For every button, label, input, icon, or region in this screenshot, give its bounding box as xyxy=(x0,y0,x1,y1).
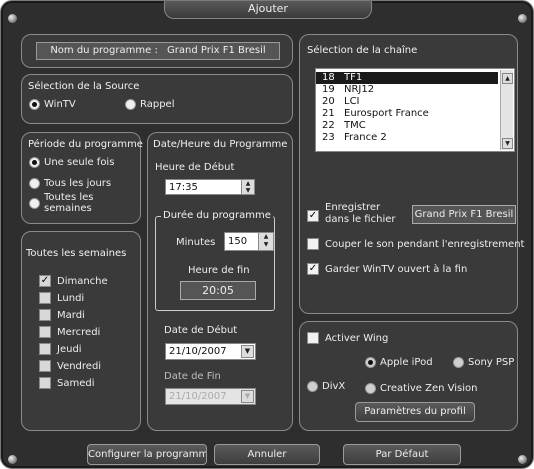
channel-item[interactable]: 19 NRJ12 xyxy=(316,84,514,96)
day-wednesday-label[interactable]: Mercredi xyxy=(57,327,100,338)
device-zen-radio[interactable] xyxy=(365,383,376,394)
day-monday-checkbox[interactable] xyxy=(39,292,51,304)
chevron-down-icon[interactable]: ▼ xyxy=(241,390,254,403)
screw-icon: . xyxy=(518,455,527,464)
end-date-value: 21/10/2007 xyxy=(169,391,227,402)
configure-button[interactable]: Configurer la programmation xyxy=(87,444,207,465)
screw-icon: . xyxy=(8,14,17,23)
save-to-file-label[interactable]: Enregistrer dans le fichier xyxy=(325,202,396,226)
day-tuesday-checkbox[interactable] xyxy=(39,309,51,321)
period-once-radio[interactable] xyxy=(29,157,40,168)
save-to-file-checkbox[interactable]: ✓ xyxy=(307,210,319,222)
program-name-label: Nom du programme : xyxy=(50,45,158,56)
keep-open-label[interactable]: Garder WinTV ouvert à la fin xyxy=(325,264,467,275)
start-date-label: Date de Début xyxy=(164,325,238,336)
cancel-button[interactable]: Annuler xyxy=(214,444,320,465)
device-ipod-label[interactable]: Apple iPod xyxy=(380,357,433,368)
mute-checkbox[interactable] xyxy=(307,238,319,250)
period-daily-label[interactable]: Tous les jours xyxy=(44,178,111,189)
activate-wing-label[interactable]: Activer Wing xyxy=(325,333,388,344)
start-date-value: 21/10/2007 xyxy=(169,346,227,357)
minutes-label: Minutes xyxy=(176,237,216,248)
minutes-spin-icon[interactable]: ▲ ▼ xyxy=(258,233,273,250)
channel-item[interactable]: 20 LCI xyxy=(316,96,514,108)
start-time-value: 17:35 xyxy=(169,182,198,193)
screw-icon: . xyxy=(8,455,17,464)
period-weekly-radio[interactable] xyxy=(29,198,40,209)
end-date-label: Date de Fin xyxy=(164,371,221,382)
day-saturday-label[interactable]: Samedi xyxy=(57,378,95,389)
wing-panel: Activer Wing Apple iPod Sony PSP DivX Cr… xyxy=(299,321,518,431)
start-date-picker[interactable]: 21/10/2007 ▼ xyxy=(165,343,256,360)
start-time-label: Heure de Début xyxy=(155,162,235,173)
end-date-picker[interactable]: 21/10/2007 ▼ xyxy=(165,388,256,405)
day-sunday-checkbox[interactable]: ✓ xyxy=(39,275,51,287)
channel-item[interactable]: 23 France 2 xyxy=(316,132,514,144)
weekly-panel: Toutes les semaines ✓ Dimanche Lundi Mar… xyxy=(21,231,141,431)
day-wednesday-checkbox[interactable] xyxy=(39,326,51,338)
screw-icon: . xyxy=(518,14,527,23)
minutes-spinner[interactable]: 150 ▲ ▼ xyxy=(224,232,274,251)
default-button[interactable]: Par Défaut xyxy=(343,444,461,465)
device-zen-label[interactable]: Creative Zen Vision xyxy=(380,383,477,394)
channel-item[interactable]: 18 TF1 xyxy=(316,72,498,84)
day-sunday-label[interactable]: Dimanche xyxy=(57,276,108,287)
period-panel: Période du programme Une seule fois Tous… xyxy=(21,132,143,224)
save-to-file-line1: Enregistrer xyxy=(325,202,381,213)
scroll-up-icon[interactable]: ▲ xyxy=(502,73,513,84)
program-name-panel: Nom du programme : Grand Prix F1 Bresil xyxy=(21,34,293,68)
day-thursday-label[interactable]: Jeudi xyxy=(57,344,82,355)
period-weekly-line2: semaines xyxy=(44,203,92,214)
source-wintv-label[interactable]: WinTV xyxy=(44,99,76,110)
device-psp-label[interactable]: Sony PSP xyxy=(468,357,514,368)
source-panel: Sélection de la Source WinTV Rappel xyxy=(21,74,293,124)
period-title: Période du programme xyxy=(28,139,143,150)
device-divx-radio[interactable] xyxy=(307,381,318,392)
period-daily-radio[interactable] xyxy=(29,178,40,189)
mute-label[interactable]: Couper le son pendant l'enregistrement xyxy=(325,239,524,250)
minutes-value: 150 xyxy=(228,236,248,247)
day-friday-checkbox[interactable] xyxy=(39,360,51,372)
day-friday-label[interactable]: Vendredi xyxy=(57,361,101,372)
source-rappel-label[interactable]: Rappel xyxy=(140,99,174,110)
program-name-field[interactable]: Nom du programme : Grand Prix F1 Bresil xyxy=(36,42,280,60)
channel-item[interactable]: 21 Eurosport France xyxy=(316,108,514,120)
end-time-value: 20:05 xyxy=(180,281,256,300)
device-ipod-radio[interactable] xyxy=(365,357,376,368)
save-to-file-line2: dans le fichier xyxy=(325,214,396,225)
keep-open-checkbox[interactable]: ✓ xyxy=(307,263,319,275)
datetime-title: Date/Heure du Programme xyxy=(153,139,288,150)
chevron-down-icon[interactable]: ▼ xyxy=(241,345,254,358)
day-monday-label[interactable]: Lundi xyxy=(57,293,84,304)
channel-list[interactable]: 18 TF1 19 NRJ12 20 LCI 21 Eurosport France 2… xyxy=(315,68,515,152)
start-time-spinner[interactable]: 17:35 ▲ ▼ xyxy=(165,179,255,195)
device-psp-radio[interactable] xyxy=(453,357,464,368)
end-time-label: Heure de fin xyxy=(188,265,250,276)
add-dialog-window: Ajouter . . . . Nom du programme : Grand… xyxy=(0,0,534,469)
channel-panel: Sélection de la chaîne 18 TF1 19 NRJ12 20 L… xyxy=(299,34,524,314)
period-weekly-line1: Toutes les xyxy=(44,192,94,203)
scroll-down-icon[interactable]: ▼ xyxy=(502,138,513,149)
source-title: Sélection de la Source xyxy=(28,81,140,92)
start-time-spin-icon[interactable]: ▲ ▼ xyxy=(241,180,254,194)
file-name-field[interactable]: Grand Prix F1 Bresil xyxy=(412,205,516,224)
program-name-value: Grand Prix F1 Bresil xyxy=(167,45,266,56)
channel-title: Sélection de la chaîne xyxy=(307,45,418,56)
profile-settings-button[interactable]: Paramètres du profil xyxy=(355,402,475,422)
channel-item[interactable]: 22 TMC xyxy=(316,120,514,132)
source-rappel-radio[interactable] xyxy=(125,99,136,110)
weekly-title: Toutes les semaines xyxy=(26,248,127,259)
day-saturday-checkbox[interactable] xyxy=(39,377,51,389)
channel-list-scrollbar[interactable]: ▲ ▼ xyxy=(500,70,513,150)
window-title: Ajouter xyxy=(164,1,372,19)
device-divx-label[interactable]: DivX xyxy=(322,381,345,392)
period-weekly-label[interactable]: Toutes les semaines xyxy=(44,192,93,214)
day-tuesday-label[interactable]: Mardi xyxy=(57,310,85,321)
source-wintv-radio[interactable] xyxy=(29,99,40,110)
period-once-label[interactable]: Une seule fois xyxy=(44,157,114,168)
duration-title: Durée du programme xyxy=(161,210,273,221)
datetime-panel: Date/Heure du Programme Heure de Début 1… xyxy=(147,132,293,431)
activate-wing-checkbox[interactable] xyxy=(307,332,319,344)
day-thursday-checkbox[interactable] xyxy=(39,343,51,355)
